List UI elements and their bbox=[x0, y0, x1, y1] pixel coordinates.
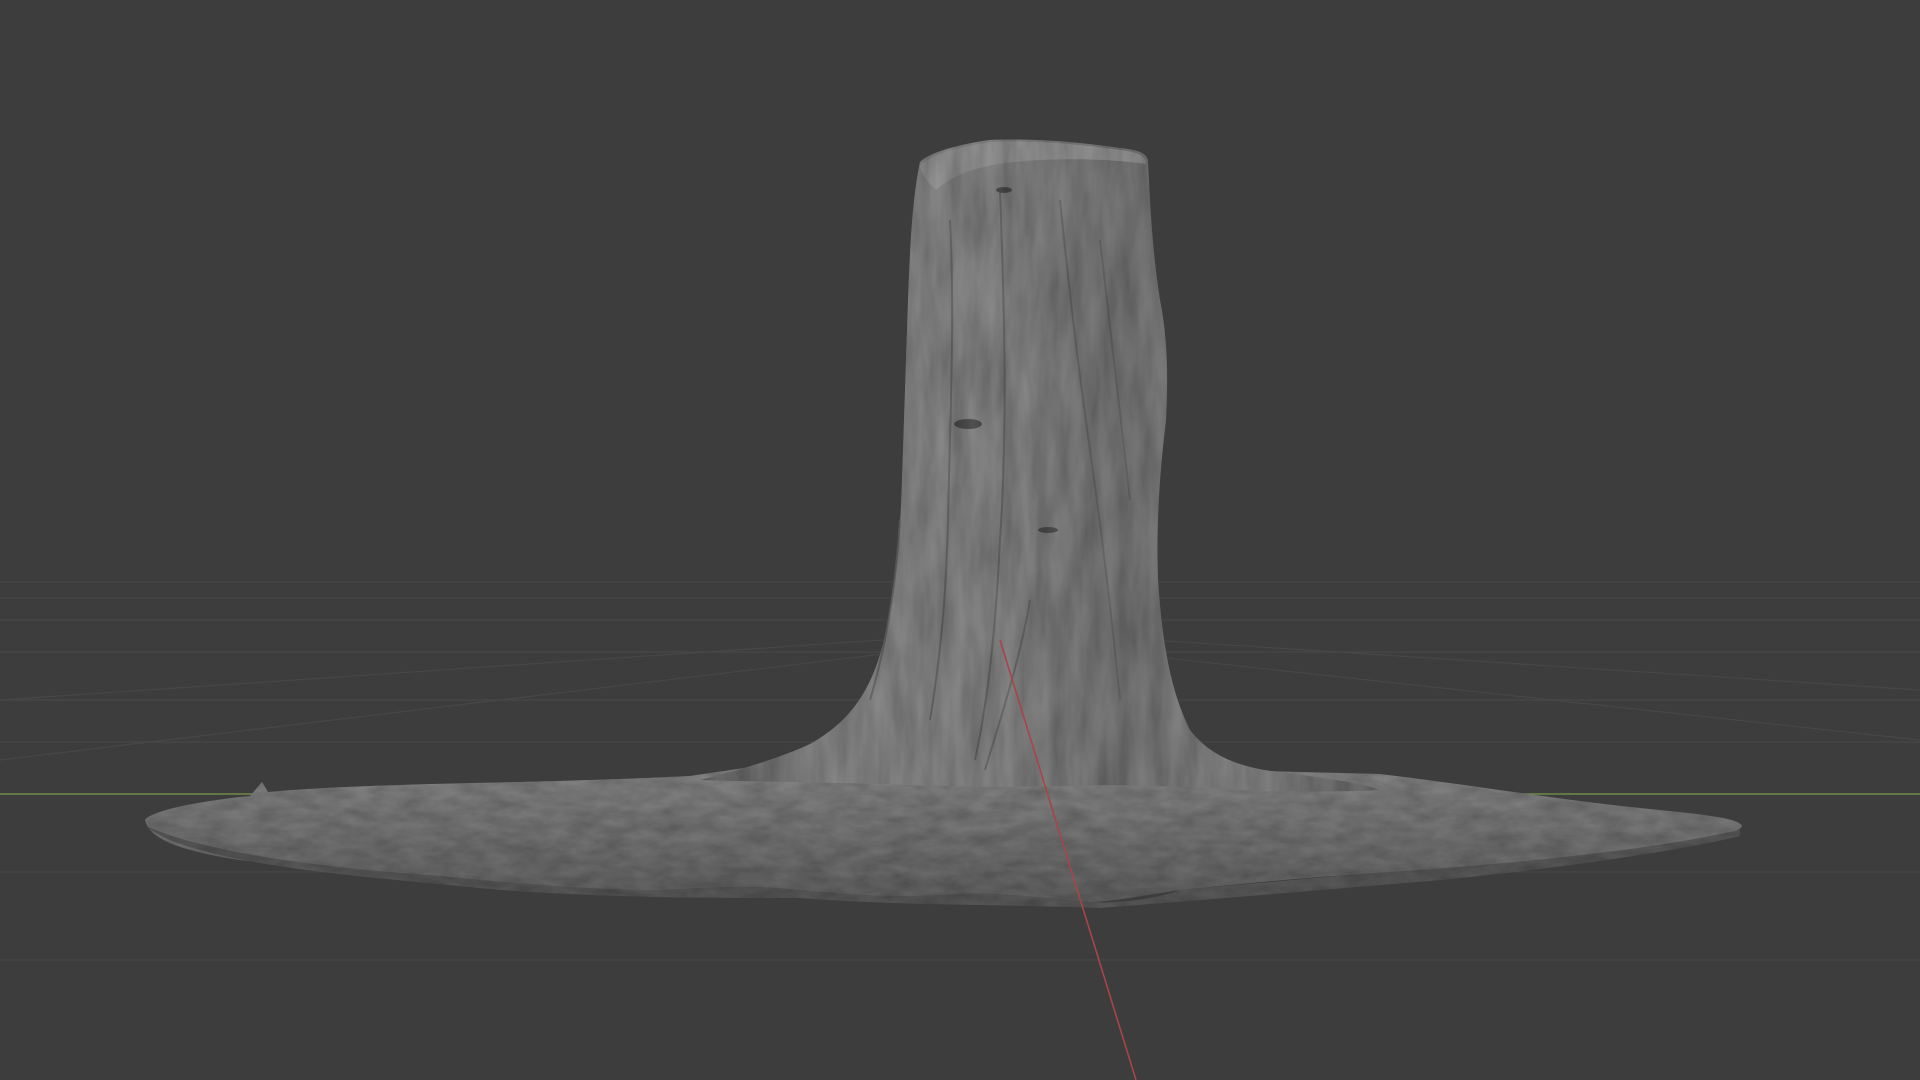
tree-stump-mesh bbox=[700, 139, 1380, 792]
viewport-canvas[interactable] bbox=[0, 0, 1920, 1080]
3d-viewport[interactable] bbox=[0, 0, 1920, 1080]
